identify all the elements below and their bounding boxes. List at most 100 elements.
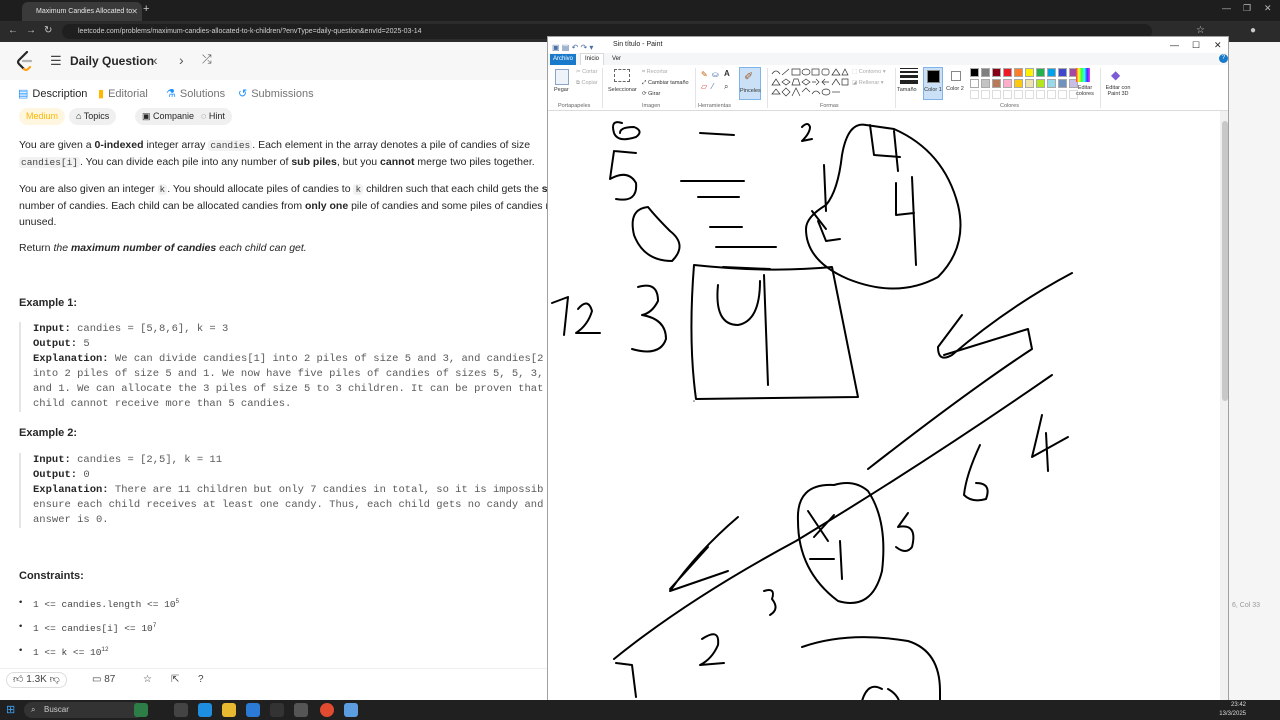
menu-view[interactable]: Ver xyxy=(612,54,621,65)
palette-swatch[interactable] xyxy=(970,79,979,88)
palette-swatch[interactable] xyxy=(1036,68,1045,77)
palette-swatch-empty[interactable] xyxy=(1058,90,1067,99)
size-button[interactable]: Tamaño xyxy=(897,87,917,93)
tab-editorial[interactable]: ▮ Editorial xyxy=(98,87,148,100)
color-picker-icon[interactable]: ⁄ xyxy=(712,82,713,91)
paint-taskbar-icon[interactable] xyxy=(344,703,358,717)
select-button[interactable]: Seleccionar xyxy=(608,87,637,93)
close-window-icon[interactable]: ✕ xyxy=(1264,3,1272,14)
size-icon[interactable] xyxy=(900,68,918,84)
daily-question-title[interactable]: Daily Question xyxy=(70,54,154,68)
topics-chip[interactable]: ⌂ Topics xyxy=(69,108,117,125)
thumbs-down-icon[interactable]: 👎︎ xyxy=(50,674,60,685)
palette-swatch-empty[interactable] xyxy=(1014,90,1023,99)
color2-button[interactable]: Color 2 xyxy=(946,67,966,100)
profile-avatar[interactable]: ● xyxy=(1250,25,1256,36)
palette-swatch-empty[interactable] xyxy=(970,90,979,99)
paint3d-button[interactable]: Editar con Paint 3D xyxy=(1103,85,1133,97)
brushes-button[interactable]: ✐ Pinceles xyxy=(739,67,761,100)
taskbar-clock[interactable]: 23:42 13/3/2025 xyxy=(1219,701,1246,719)
copy-button[interactable]: ⧉ Copiar xyxy=(576,80,598,87)
task-view-icon[interactable] xyxy=(174,703,188,717)
next-question-icon[interactable]: › xyxy=(179,52,184,68)
palette-swatch[interactable] xyxy=(992,79,1001,88)
color1-button[interactable]: Color 1 xyxy=(923,67,943,100)
edge-icon[interactable] xyxy=(198,703,212,717)
canvas-vertical-scrollbar[interactable] xyxy=(1220,111,1228,711)
paste-button[interactable]: Pegar xyxy=(554,87,569,93)
paint-close-icon[interactable]: ✕ xyxy=(1214,37,1222,53)
palette-swatch[interactable] xyxy=(970,68,979,77)
minimize-icon[interactable]: — xyxy=(1222,3,1231,13)
browser-tab[interactable]: Maximum Candies Allocated to ✕ xyxy=(22,2,142,21)
rotate-button[interactable]: ⟳ Girar xyxy=(642,91,660,97)
pencil-icon[interactable]: ✎ xyxy=(701,70,708,79)
reload-icon[interactable]: ↻ xyxy=(44,25,52,36)
menu-home[interactable]: Inicio xyxy=(580,53,605,65)
menu-list-icon[interactable]: ☰ xyxy=(50,53,62,69)
fill-bucket-icon[interactable]: ⛀ xyxy=(712,70,719,79)
windows-start-icon[interactable]: ⊞ xyxy=(6,703,15,716)
menu-file[interactable]: Archivo xyxy=(550,54,576,65)
edit-colors-icon[interactable] xyxy=(1076,68,1090,82)
cut-button[interactable]: ✂ Cortar xyxy=(576,69,597,75)
palette-swatch[interactable] xyxy=(1036,79,1045,88)
help-icon[interactable]: ? xyxy=(198,674,204,685)
paint-maximize-icon[interactable]: ☐ xyxy=(1192,37,1200,53)
palette-swatch-empty[interactable] xyxy=(981,90,990,99)
shapes-gallery[interactable] xyxy=(770,68,850,98)
palette-swatch-empty[interactable] xyxy=(1003,90,1012,99)
bookmark-star-icon[interactable]: ☆ xyxy=(1196,25,1205,36)
eraser-icon[interactable]: ▱ xyxy=(701,82,707,91)
favorite-star-icon[interactable]: ☆ xyxy=(143,674,152,685)
like-button[interactable]: 👍︎ 1.3K 👎︎ xyxy=(6,672,67,688)
palette-swatch[interactable] xyxy=(1003,79,1012,88)
settings-icon[interactable] xyxy=(294,703,308,717)
palette-swatch[interactable] xyxy=(1047,68,1056,77)
back-icon[interactable]: ← xyxy=(8,25,18,36)
palette-swatch-empty[interactable] xyxy=(1047,90,1056,99)
vertical-scroll-thumb[interactable] xyxy=(1222,121,1228,401)
terminal-icon[interactable] xyxy=(270,703,284,717)
tab-solutions[interactable]: ⚗ Solutions xyxy=(166,87,225,100)
palette-swatch[interactable] xyxy=(1058,68,1067,77)
paint3d-icon[interactable]: ◆ xyxy=(1111,68,1120,82)
text-tool-icon[interactable]: A xyxy=(724,69,730,78)
palette-swatch[interactable] xyxy=(1014,79,1023,88)
magnifier-icon[interactable]: ⌕ xyxy=(724,82,728,92)
resize-button[interactable]: ⤢ Cambiar tamaño xyxy=(642,80,689,87)
maximize-icon[interactable]: ❐ xyxy=(1243,3,1251,14)
paint-canvas[interactable] xyxy=(548,111,1220,712)
help-icon[interactable]: ? xyxy=(1219,54,1228,63)
tab-description[interactable]: ▤ Description xyxy=(18,87,87,100)
palette-swatch[interactable] xyxy=(981,68,990,77)
palette-swatch[interactable] xyxy=(1014,68,1023,77)
palette-swatch[interactable] xyxy=(1058,79,1067,88)
hint-chip[interactable]: ◌ Hint xyxy=(194,108,232,125)
edit-colors-button[interactable]: Editar colores xyxy=(1072,85,1098,97)
outline-button[interactable]: ⬚ Contorno ▾ xyxy=(852,69,886,75)
tab-submissions[interactable]: ↺ Submissions xyxy=(238,87,314,100)
comments-button[interactable]: ▭ 87 xyxy=(92,674,115,685)
palette-swatch[interactable] xyxy=(981,79,990,88)
tab-close-icon[interactable]: ✕ xyxy=(131,2,138,21)
vscode-icon[interactable] xyxy=(246,703,260,717)
freehand-drawing[interactable] xyxy=(548,111,1220,712)
widgets-icon[interactable] xyxy=(134,703,148,717)
prev-question-icon[interactable]: ‹ xyxy=(153,52,158,68)
shuffle-icon[interactable]: ⤮ xyxy=(202,52,212,67)
palette-swatch-empty[interactable] xyxy=(1036,90,1045,99)
chrome-icon[interactable] xyxy=(320,703,334,717)
palette-swatch-empty[interactable] xyxy=(992,90,1001,99)
palette-swatch[interactable] xyxy=(1025,68,1034,77)
crop-button[interactable]: ⌗ Recortar xyxy=(642,69,668,76)
file-explorer-icon[interactable] xyxy=(222,703,236,717)
paste-icon[interactable] xyxy=(555,69,569,85)
leetcode-logo-icon[interactable] xyxy=(16,51,34,71)
new-tab-icon[interactable]: + xyxy=(143,3,149,15)
select-icon[interactable] xyxy=(614,69,630,82)
palette-swatch-empty[interactable] xyxy=(1025,90,1034,99)
share-icon[interactable]: ⇱ xyxy=(171,674,179,685)
taskbar-search[interactable]: ⌕ Buscar xyxy=(24,702,144,718)
fill-button[interactable]: ◪ Rellenar ▾ xyxy=(852,80,884,86)
